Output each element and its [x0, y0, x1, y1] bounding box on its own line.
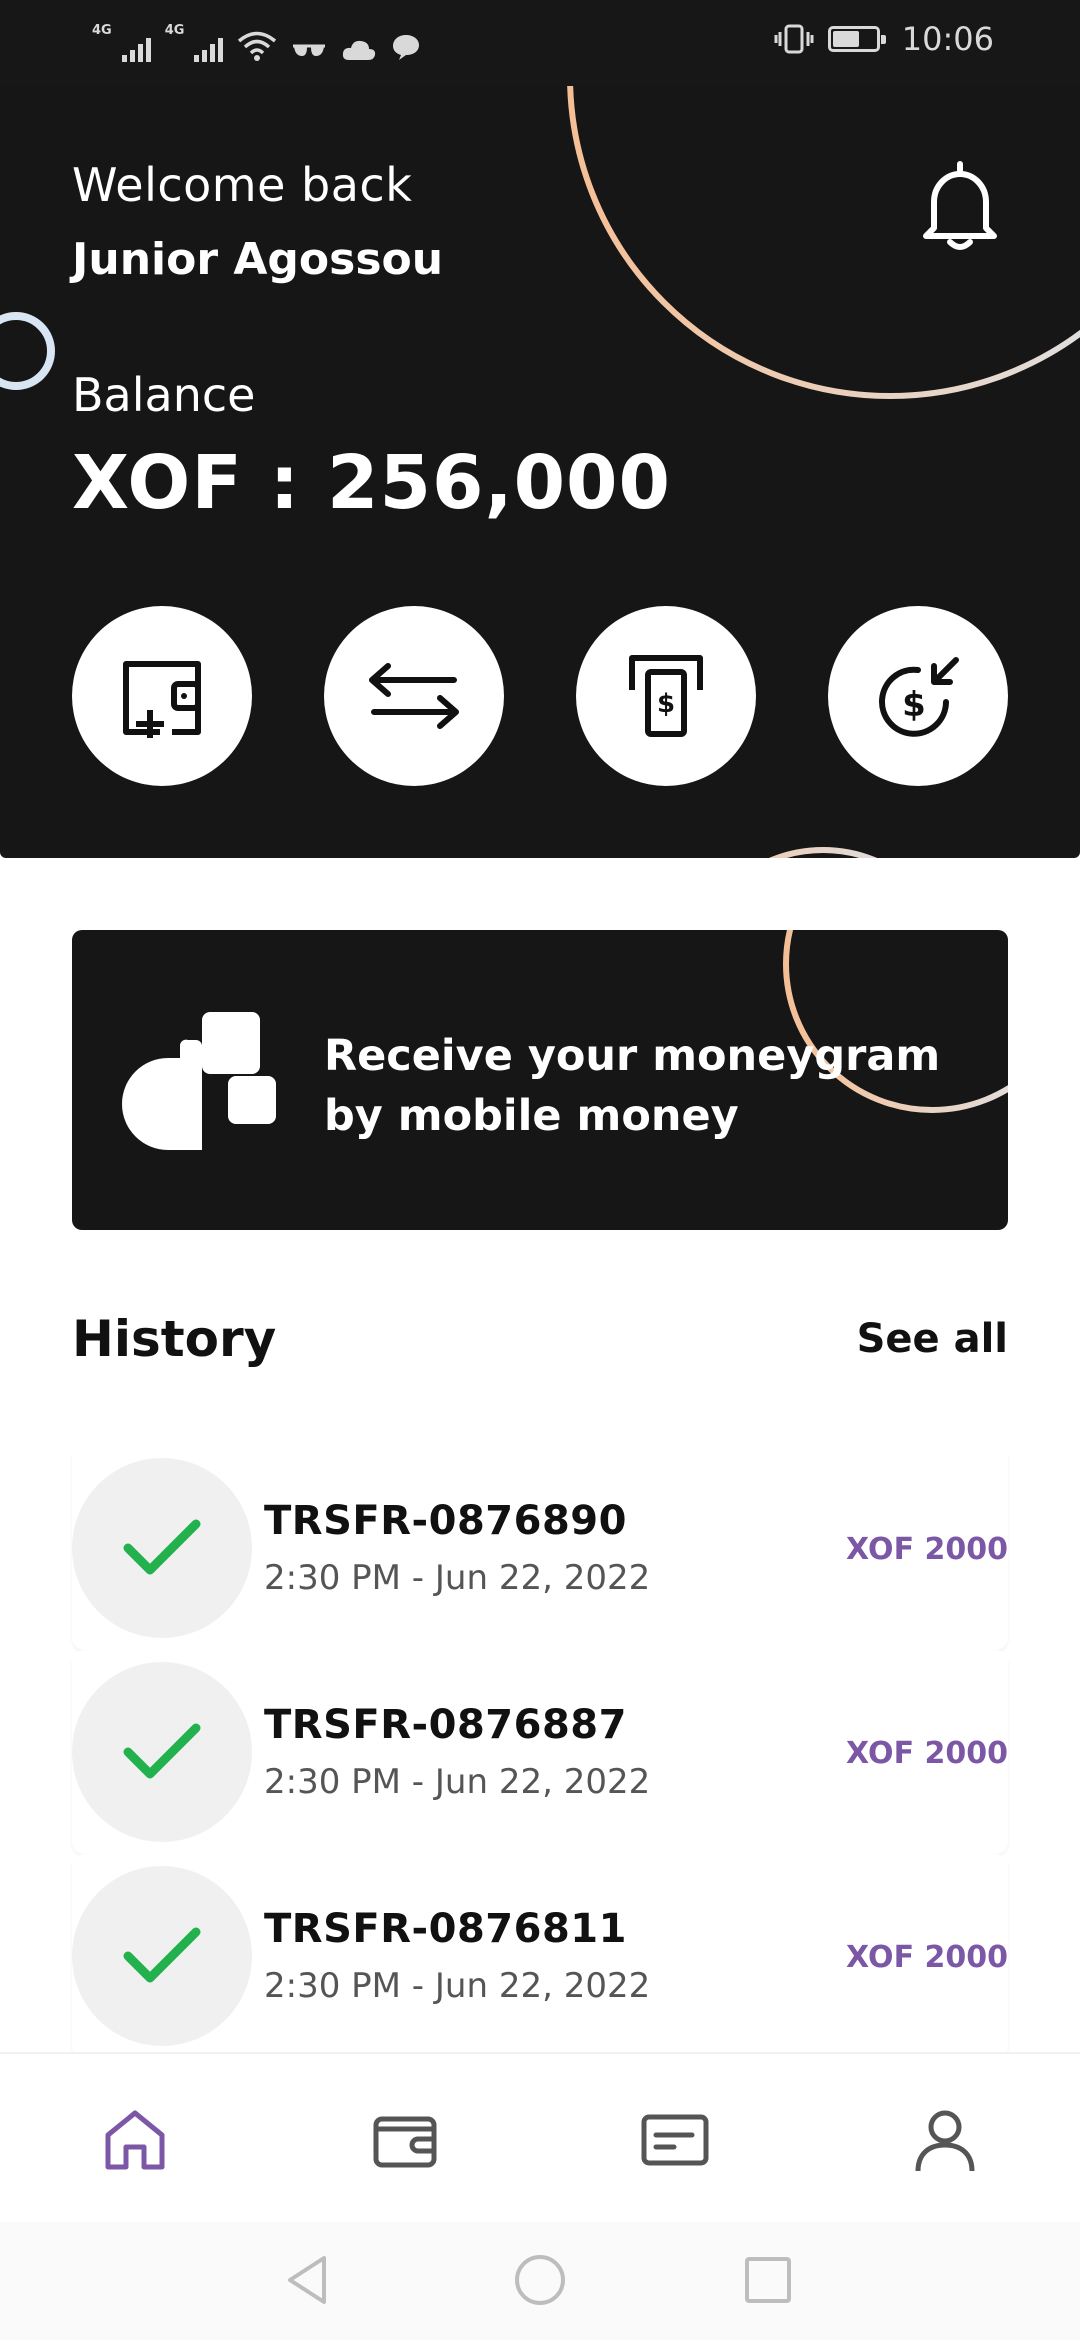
back-triangle-icon [288, 2256, 326, 2304]
withdraw-button[interactable]: $ [576, 606, 756, 786]
transaction-item[interactable]: TRSFR-0876890 2:30 PM - Jun 22, 2022 XOF… [72, 1446, 1008, 1650]
transaction-amount: XOF 2000 [846, 1940, 1008, 1975]
svg-text:$: $ [902, 685, 926, 725]
success-status [72, 1866, 252, 2046]
vibrate-icon [774, 24, 814, 54]
transaction-time: 2:30 PM - Jun 22, 2022 [264, 1966, 651, 2006]
moneygram-logo-icon [122, 1012, 276, 1150]
signal-icon [121, 36, 151, 62]
promo-text: Receive your moneygram by mobile money [324, 1026, 940, 1146]
balance-label: Balance [72, 368, 256, 422]
receive-money-icon: $ [879, 657, 959, 737]
signal-icon [194, 36, 224, 62]
transaction-list: TRSFR-0876890 2:30 PM - Jun 22, 2022 XOF… [72, 1446, 1008, 2058]
transaction-item[interactable]: TRSFR-0876887 2:30 PM - Jun 22, 2022 XOF… [72, 1650, 1008, 1854]
nav-wallet[interactable] [365, 2100, 445, 2180]
network-type-1: 4G [92, 23, 112, 38]
wifi-icon [238, 31, 277, 61]
message-icon [393, 35, 420, 60]
user-name: Junior Agossou [72, 234, 444, 285]
home-icon [105, 2110, 165, 2170]
quick-actions: $ $ [72, 606, 1008, 786]
transfer-arrows-icon [369, 663, 459, 729]
moneygram-promo-banner[interactable]: Receive your moneygram by mobile money [72, 930, 1008, 1230]
system-home-button[interactable] [510, 2250, 570, 2310]
see-all-link[interactable]: See all [857, 1316, 1008, 1362]
checkmark-icon [123, 1723, 201, 1779]
card-icon [641, 2114, 709, 2166]
recents-square-icon [745, 2257, 791, 2303]
system-recents-button[interactable] [738, 2250, 798, 2310]
profile-icon [915, 2110, 975, 2172]
checkmark-icon [123, 1927, 201, 1983]
status-right: 10:06 [774, 20, 994, 58]
transaction-time: 2:30 PM - Jun 22, 2022 [264, 1558, 651, 1598]
wallet-icon [373, 2116, 437, 2168]
transaction-item[interactable]: TRSFR-0876811 2:30 PM - Jun 22, 2022 XOF… [72, 1854, 1008, 2058]
balance-value: XOF : 256,000 [72, 440, 672, 526]
welcome-text: Welcome back [72, 158, 413, 212]
transaction-amount: XOF 2000 [846, 1736, 1008, 1771]
transaction-id: TRSFR-0876811 [264, 1906, 627, 1952]
transaction-time: 2:30 PM - Jun 22, 2022 [264, 1762, 651, 1802]
network-type-2: 4G [164, 23, 185, 38]
checkmark-icon [123, 1519, 201, 1575]
battery-icon [827, 26, 886, 52]
nav-transactions[interactable] [635, 2100, 715, 2180]
success-status [72, 1458, 252, 1638]
status-bar: 4G 4G 10:06 [0, 0, 1080, 86]
home-circle-icon [515, 2255, 565, 2305]
promo-line-1: Receive your moneygram [324, 1031, 941, 1081]
receive-money-button[interactable]: $ [828, 606, 1008, 786]
nav-profile[interactable] [905, 2100, 985, 2180]
status-left: 4G 4G [92, 22, 421, 62]
header-card: Welcome back Junior Agossou Balance XOF … [0, 86, 1080, 858]
bell-icon[interactable] [918, 158, 1002, 254]
atm-withdraw-icon: $ [629, 655, 703, 737]
cloud-icon [343, 40, 376, 60]
transaction-amount: XOF 2000 [846, 1532, 1008, 1567]
clock: 10:06 [901, 20, 994, 58]
system-back-button[interactable] [278, 2250, 338, 2310]
promo-line-2: by mobile money [324, 1091, 739, 1141]
glasses-icon [293, 44, 326, 56]
transaction-id: TRSFR-0876890 [264, 1498, 627, 1544]
nav-home[interactable] [95, 2100, 175, 2180]
transfer-button[interactable] [324, 606, 504, 786]
history-title: History [72, 1310, 277, 1368]
success-status [72, 1662, 252, 1842]
bottom-nav [0, 2052, 1080, 2222]
system-nav-bar [0, 2222, 1080, 2340]
wallet-add-icon [123, 661, 201, 738]
transaction-id: TRSFR-0876887 [264, 1702, 627, 1748]
svg-text:$: $ [657, 689, 675, 719]
add-money-button[interactable] [72, 606, 252, 786]
